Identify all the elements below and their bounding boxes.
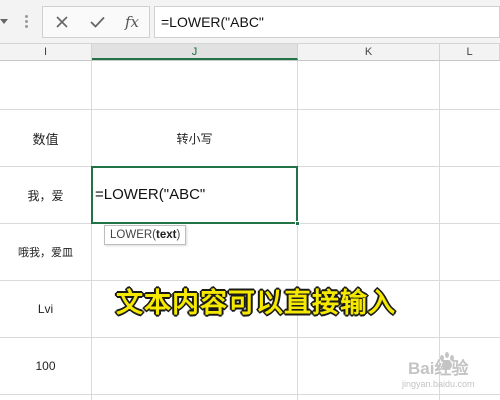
tooltip-function-name: LOWER( — [110, 229, 156, 241]
insert-function-icon: fx — [124, 13, 139, 31]
cell-i-row4[interactable]: 100 — [0, 338, 91, 394]
column-header-k[interactable]: K — [298, 44, 440, 60]
formula-buttons: fx — [42, 6, 150, 38]
column-header-l[interactable]: L — [440, 44, 500, 60]
insert-function-button[interactable]: fx — [115, 7, 149, 37]
enter-button[interactable] — [80, 7, 114, 37]
spreadsheet-grid[interactable]: 数值 转小写 我，爱 哦我，爱皿 Lvi 100 — [0, 61, 500, 400]
more-dots-icon[interactable] — [24, 11, 30, 33]
name-box-dropdown[interactable] — [0, 11, 12, 33]
chevron-down-icon — [0, 19, 8, 24]
cancel-icon — [56, 16, 68, 28]
instruction-caption: 文本内容可以直接输入 — [116, 288, 396, 318]
active-cell-j[interactable]: =LOWER("ABC" — [91, 166, 298, 224]
enter-check-icon — [89, 16, 105, 28]
watermark-url: jingyan.baidu.com — [402, 379, 475, 389]
cell-i-row1[interactable]: 我，爱 — [0, 167, 91, 223]
tooltip-argument: text — [156, 229, 177, 241]
formula-input[interactable]: =LOWER("ABC" — [154, 6, 500, 38]
cancel-button[interactable] — [45, 7, 79, 37]
cell-i-header[interactable]: 数值 — [0, 110, 91, 166]
watermark-brand: Bai经验 — [408, 359, 469, 378]
column-header-j[interactable]: J — [92, 44, 298, 60]
tooltip-close-paren: ) — [176, 229, 181, 241]
function-tooltip[interactable]: LOWER(text) — [104, 225, 187, 245]
column-header-row: I J K L — [0, 44, 500, 61]
baidu-jingyan-watermark: Bai经验 jingyan.baidu.com — [394, 352, 498, 396]
active-cell-text: =LOWER("ABC" — [95, 186, 206, 203]
fill-handle[interactable] — [295, 221, 300, 226]
formula-bar: fx =LOWER("ABC" — [0, 0, 500, 44]
cell-j-header[interactable]: 转小写 — [92, 110, 297, 166]
cell-i-row3[interactable]: Lvi — [0, 281, 91, 337]
cell-i-row2[interactable]: 哦我，爱皿 — [0, 224, 91, 280]
column-header-i[interactable]: I — [0, 44, 92, 60]
